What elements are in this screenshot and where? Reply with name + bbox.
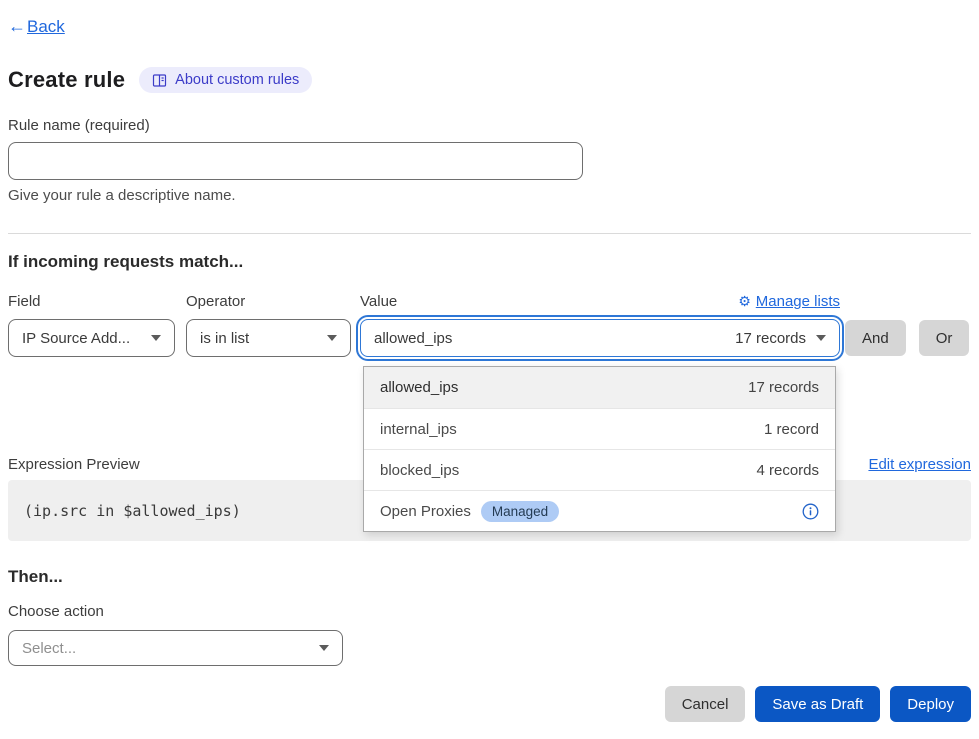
operator-label: Operator	[186, 293, 351, 310]
list-option-blocked-ips[interactable]: blocked_ips 4 records	[364, 449, 835, 490]
value-header: Value ⚙ Manage lists	[360, 293, 840, 310]
field-label: Field	[8, 293, 175, 310]
value-select[interactable]: allowed_ips 17 records	[360, 319, 840, 357]
section-divider	[8, 233, 971, 234]
list-option-name: allowed_ips	[380, 379, 458, 396]
list-option-name: blocked_ips	[380, 462, 459, 479]
or-button[interactable]: Or	[919, 320, 970, 356]
create-rule-page: ←Back Create rule About custom rules Rul…	[0, 0, 979, 722]
list-option-internal-ips[interactable]: internal_ips 1 record	[364, 408, 835, 449]
rule-name-label: Rule name (required)	[8, 117, 971, 134]
field-column: Field IP Source Add...	[8, 293, 175, 357]
field-select[interactable]: IP Source Add...	[8, 319, 175, 357]
list-option-open-proxies[interactable]: Open Proxies Managed	[364, 490, 835, 531]
cancel-button[interactable]: Cancel	[665, 686, 746, 722]
rule-name-input[interactable]	[8, 142, 583, 180]
list-option-name: Open Proxies	[380, 503, 471, 520]
gear-icon: ⚙	[738, 293, 751, 310]
action-select[interactable]: Select...	[8, 630, 343, 666]
expression-code: (ip.src in $allowed_ips)	[24, 502, 241, 520]
match-condition-row: Field IP Source Add... Operator is in li…	[8, 293, 971, 357]
chevron-down-icon	[319, 645, 329, 651]
expression-preview-label: Expression Preview	[8, 456, 140, 473]
list-dropdown: allowed_ips 17 records internal_ips 1 re…	[363, 366, 836, 532]
list-option-name: internal_ips	[380, 421, 457, 438]
value-select-value: allowed_ips	[374, 330, 452, 347]
value-label: Value	[360, 293, 397, 310]
operator-select[interactable]: is in list	[186, 319, 351, 357]
value-select-record-count: 17 records	[735, 330, 806, 347]
title-row: Create rule About custom rules	[8, 67, 971, 93]
about-custom-rules-label: About custom rules	[175, 72, 299, 88]
then-section-heading: Then...	[8, 567, 971, 587]
back-link[interactable]: ←Back	[8, 16, 65, 37]
book-icon	[152, 73, 167, 88]
list-option-record-count: 17 records	[748, 379, 819, 396]
page-title: Create rule	[8, 67, 125, 93]
list-option-record-count: 4 records	[756, 462, 819, 479]
list-option-allowed-ips[interactable]: allowed_ips 17 records	[364, 367, 835, 408]
rule-name-helper: Give your rule a descriptive name.	[8, 187, 971, 204]
manage-lists-link[interactable]: ⚙ Manage lists	[738, 293, 840, 310]
back-link-label: Back	[27, 17, 65, 37]
chevron-down-icon	[151, 335, 161, 341]
operator-select-value: is in list	[200, 330, 249, 347]
info-icon[interactable]	[802, 503, 819, 520]
and-button[interactable]: And	[845, 320, 906, 356]
value-column: Value ⚙ Manage lists allowed_ips 17 reco…	[360, 293, 840, 357]
save-as-draft-button[interactable]: Save as Draft	[755, 686, 880, 722]
field-select-value: IP Source Add...	[22, 330, 130, 347]
edit-expression-label: Edit expression	[868, 456, 971, 473]
about-custom-rules-link[interactable]: About custom rules	[139, 67, 312, 93]
edit-expression-link[interactable]: Edit expression	[868, 456, 971, 473]
operator-column: Operator is in list	[186, 293, 351, 357]
deploy-button[interactable]: Deploy	[890, 686, 971, 722]
list-option-record-count: 1 record	[764, 421, 819, 438]
chevron-down-icon	[816, 335, 826, 341]
back-arrow-icon: ←	[8, 16, 26, 37]
action-select-placeholder: Select...	[22, 640, 76, 657]
match-section-heading: If incoming requests match...	[8, 252, 971, 272]
choose-action-label: Choose action	[8, 603, 971, 620]
managed-badge: Managed	[481, 501, 559, 522]
manage-lists-label: Manage lists	[756, 293, 840, 310]
footer-actions: Cancel Save as Draft Deploy	[8, 686, 971, 722]
chevron-down-icon	[327, 335, 337, 341]
